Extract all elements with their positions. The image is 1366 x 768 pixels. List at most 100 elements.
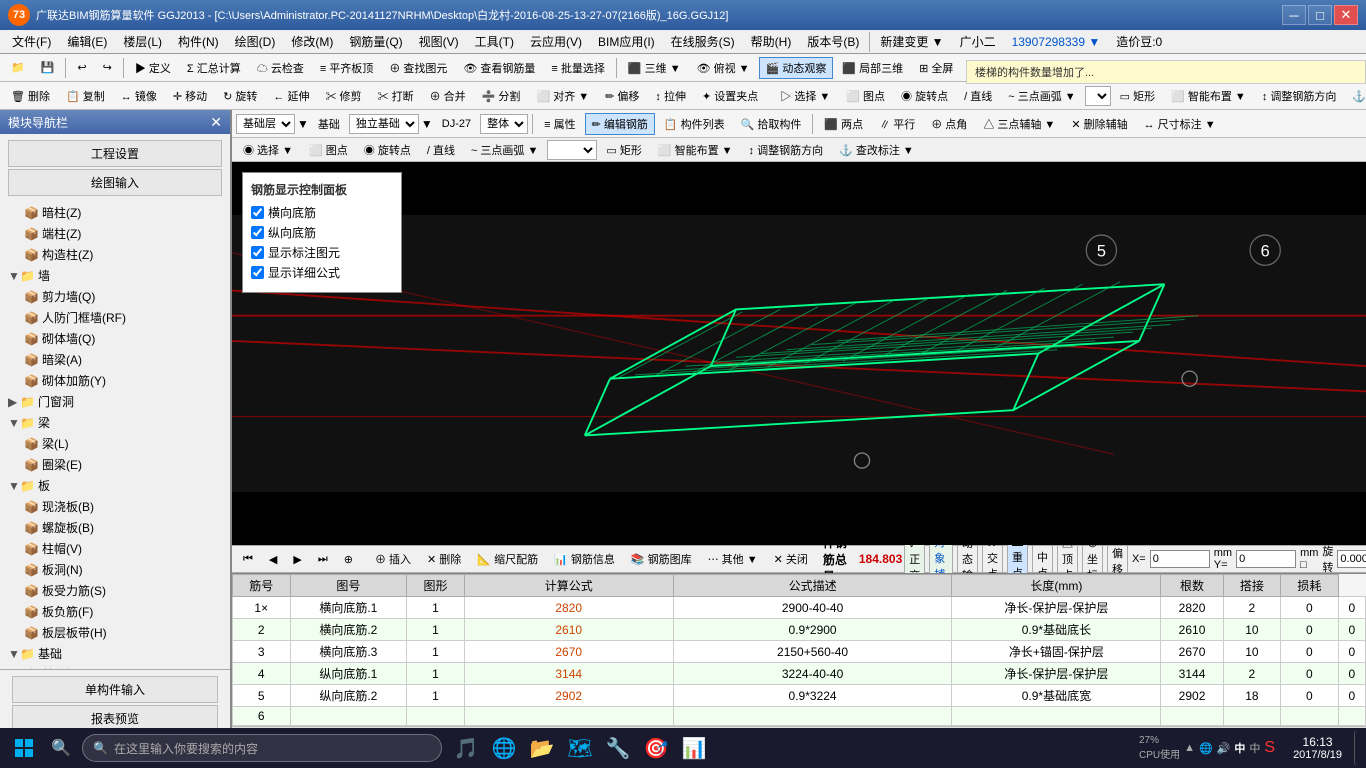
sidebar-item-foundation[interactable]: ▼ 📁 基础 bbox=[0, 643, 230, 664]
table-row[interactable]: 4 纵向底筋.1 1 3144 3224-40-40 净长-保护层-保护层 31… bbox=[233, 663, 1366, 685]
btn-rebar-info[interactable]: 📊 钢筋信息 bbox=[547, 548, 622, 570]
search-button[interactable]: 🔍 bbox=[46, 730, 76, 766]
btn-nav-last[interactable]: ⏭ bbox=[311, 550, 335, 569]
menu-assistant[interactable]: 广小二 bbox=[952, 31, 1004, 52]
comp-name-btn[interactable]: DJ-27 bbox=[435, 115, 478, 133]
sidebar-item-col-cap[interactable]: 📦 柱帽(V) bbox=[0, 538, 230, 559]
btn-cloud-check[interactable]: ☁ 云检查 bbox=[250, 57, 311, 79]
btn-parallel[interactable]: ∥ 平行 bbox=[872, 113, 922, 135]
btn-comp-list[interactable]: 📋 构件列表 bbox=[657, 113, 732, 135]
menu-phone[interactable]: 13907298339 ▼ bbox=[1004, 33, 1109, 51]
sidebar-item-cast-slab[interactable]: 📦 现浇板(B) bbox=[0, 496, 230, 517]
btn-nav-first[interactable]: ⏮ bbox=[236, 550, 260, 569]
checkbox-show-anno[interactable] bbox=[251, 246, 264, 259]
table-row[interactable]: 3 横向底筋.3 1 2670 2150+560-40 净长+锚固-保护层 26… bbox=[233, 641, 1366, 663]
maximize-button[interactable]: □ bbox=[1308, 5, 1332, 25]
sidebar-item-dark-col[interactable]: 📦 暗柱(Z) bbox=[0, 202, 230, 223]
btn-rect[interactable]: ▭ 矩形 bbox=[1113, 85, 1162, 107]
btn-find-elem[interactable]: ⊕ 查找图元 bbox=[382, 57, 454, 79]
menu-floor[interactable]: 楼层(L) bbox=[115, 31, 170, 52]
sidebar-item-struct-col[interactable]: 📦 构造柱(Z) bbox=[0, 244, 230, 265]
btn-redo[interactable]: ↪ bbox=[96, 58, 119, 77]
sidebar-item-slab-hole[interactable]: 📦 板洞(N) bbox=[0, 559, 230, 580]
sidebar-item-beam-l[interactable]: 📦 梁(L) bbox=[0, 433, 230, 454]
btn-draw-rotpt[interactable]: ◉ 旋转点 bbox=[357, 139, 418, 161]
btn-3d[interactable]: ⬛ 三维 ▼ bbox=[621, 57, 688, 79]
btn-del-axis[interactable]: ✕ 删除辅轴 bbox=[1064, 113, 1134, 135]
btn-property[interactable]: ≡ 属性 bbox=[537, 113, 582, 135]
btn-define[interactable]: ▶ 定义 bbox=[128, 57, 178, 79]
btn-dynamic-view[interactable]: 🎬 动态观察 bbox=[759, 57, 834, 79]
table-row[interactable]: 2 横向底筋.2 1 2610 0.9*2900 0.9*基础底长 2610 1… bbox=[233, 619, 1366, 641]
btn-batch-select[interactable]: ≡ 批量选择 bbox=[544, 57, 611, 79]
taskbar-app-7[interactable]: 📊 bbox=[676, 730, 712, 766]
btn-scale-rebar[interactable]: 📐 缩尺配筋 bbox=[470, 548, 545, 570]
taskbar-app-1[interactable]: 🎵 bbox=[448, 730, 484, 766]
btn-break[interactable]: ✂ 打断 bbox=[371, 85, 421, 107]
taskbar-search-box[interactable]: 🔍 在这里输入你要搜索的内容 bbox=[82, 734, 442, 762]
btn-move[interactable]: ✛ 移动 bbox=[166, 85, 214, 107]
menu-version[interactable]: 版本号(B) bbox=[799, 31, 867, 52]
table-row[interactable]: 5 纵向底筋.2 1 2902 0.9*3224 0.9*基础底宽 2902 1… bbox=[233, 685, 1366, 707]
btn-draw-line[interactable]: / 直线 bbox=[420, 139, 462, 161]
menu-cloud[interactable]: 云应用(V) bbox=[522, 31, 590, 52]
tray-input-method[interactable]: 中 bbox=[1234, 740, 1245, 756]
btn-draw-arc[interactable]: ~ 三点画弧 ▼ bbox=[464, 139, 545, 161]
btn-check-annotation[interactable]: ⚓ 查改标注 ▼ bbox=[1345, 85, 1366, 107]
menu-bim[interactable]: BIM应用(I) bbox=[590, 31, 663, 52]
sidebar-item-masonry-wall[interactable]: 📦 砌体墙(Q) bbox=[0, 328, 230, 349]
shape-select[interactable] bbox=[1085, 86, 1111, 106]
minimize-button[interactable]: ─ bbox=[1282, 5, 1306, 25]
menu-coins[interactable]: 造价豆:0 bbox=[1108, 31, 1170, 52]
tray-volume[interactable]: 🔊 bbox=[1217, 742, 1231, 755]
btn-open[interactable]: 📁 bbox=[4, 58, 32, 77]
rotate-input[interactable] bbox=[1337, 550, 1366, 568]
y-input[interactable] bbox=[1236, 550, 1296, 568]
floor-select[interactable]: 基础层 bbox=[236, 114, 295, 134]
btn-single-component[interactable]: 单构件输入 bbox=[12, 676, 218, 703]
sidebar-item-door-window[interactable]: ▶ 📁 门窗洞 bbox=[0, 391, 230, 412]
menu-component[interactable]: 构件(N) bbox=[170, 31, 227, 52]
taskbar-app-6[interactable]: 🎯 bbox=[638, 730, 674, 766]
btn-offset[interactable]: ✏ 偏移 bbox=[598, 85, 646, 107]
btn-draw-gridpt[interactable]: ⬜ 图点 bbox=[302, 139, 355, 161]
tray-arrow[interactable]: ▲ bbox=[1184, 742, 1195, 754]
sidebar-item-end-col[interactable]: 📦 端柱(Z) bbox=[0, 223, 230, 244]
btn-two-points[interactable]: ⬛ 两点 bbox=[817, 113, 870, 135]
btn-project-settings[interactable]: 工程设置 bbox=[8, 140, 222, 167]
btn-draw-input[interactable]: 绘图输入 bbox=[8, 169, 222, 196]
clock-area[interactable]: 16:13 2017/8/19 bbox=[1285, 735, 1350, 761]
taskbar-app-3[interactable]: 📂 bbox=[524, 730, 560, 766]
comp-type-select[interactable]: 独立基础 bbox=[349, 114, 419, 134]
menu-file[interactable]: 文件(F) bbox=[4, 31, 59, 52]
show-desktop-button[interactable] bbox=[1354, 730, 1362, 766]
btn-undo[interactable]: ↩ bbox=[70, 58, 93, 77]
x-input[interactable] bbox=[1150, 550, 1210, 568]
btn-stretch[interactable]: ↕ 拉伸 bbox=[648, 85, 693, 107]
btn-nav-next[interactable]: ▶ bbox=[286, 550, 308, 569]
btn-rotate-point[interactable]: ◉ 旋转点 bbox=[894, 85, 955, 107]
view-mode-select[interactable]: 整体 bbox=[480, 114, 528, 134]
table-row[interactable]: 1× 横向底筋.1 1 2820 2900-40-40 净长-保护层-保护层 2… bbox=[233, 597, 1366, 619]
close-button[interactable]: ✕ bbox=[1334, 5, 1358, 25]
sidebar-item-slab-neg[interactable]: 📦 板负筋(F) bbox=[0, 601, 230, 622]
sidebar-close-button[interactable]: ✕ bbox=[210, 114, 222, 131]
btn-mirror[interactable]: ↔ 镜像 bbox=[114, 85, 164, 107]
table-row[interactable]: 6 bbox=[233, 707, 1366, 726]
checkbox-horiz-bot[interactable] bbox=[251, 206, 264, 219]
sidebar-item-wall[interactable]: ▼ 📁 墙 bbox=[0, 265, 230, 286]
sidebar-item-slab-band[interactable]: 📦 板层板带(H) bbox=[0, 622, 230, 643]
sidebar-item-slab-stress[interactable]: 📦 板受力筋(S) bbox=[0, 580, 230, 601]
btn-line[interactable]: / 直线 bbox=[957, 85, 999, 107]
sidebar-item-masonry-rebar[interactable]: 📦 砌体加筋(Y) bbox=[0, 370, 230, 391]
btn-other[interactable]: ⋯ 其他 ▼ bbox=[701, 548, 765, 570]
btn-smart-layout[interactable]: ⬜ 智能布置 ▼ bbox=[651, 139, 740, 161]
checkbox-show-formula[interactable] bbox=[251, 266, 264, 279]
rebar-table-wrap[interactable]: 筋号 图号 图形 计算公式 公式描述 长度(mm) 根数 搭接 损耗 bbox=[232, 574, 1366, 726]
btn-chk-anno[interactable]: ⚓ 查改标注 ▼ bbox=[832, 139, 921, 161]
taskbar-app-4[interactable]: 🗺 bbox=[562, 730, 598, 766]
draw-shape-select[interactable] bbox=[547, 140, 597, 160]
checkbox-vert-bot[interactable] bbox=[251, 226, 264, 239]
taskbar-app-5[interactable]: 🔧 bbox=[600, 730, 636, 766]
btn-rebar-lib[interactable]: 📚 钢筋图库 bbox=[624, 548, 699, 570]
